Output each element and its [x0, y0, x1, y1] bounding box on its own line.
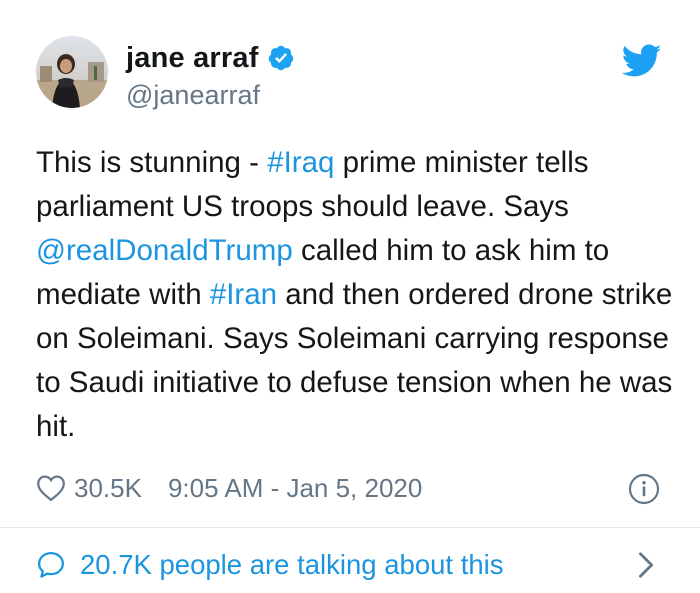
- tweet-text: This is stunning - #Iraq prime minister …: [36, 141, 676, 449]
- tweet-header: jane arraf @janearraf: [36, 36, 676, 116]
- hashtag-link[interactable]: #Iraq: [267, 146, 334, 179]
- tweet-text-segment: This is stunning -: [36, 146, 268, 179]
- tweet-meta-row: 30.5K 9:05 AM - Jan 5, 2020: [36, 470, 664, 506]
- conversation-link[interactable]: 20.7K people are talking about this: [36, 545, 664, 585]
- talking-about-text: 20.7K people are talking about this: [80, 549, 504, 580]
- verified-badge-icon: [267, 44, 295, 72]
- like-button[interactable]: 30.5K: [36, 473, 142, 504]
- name-block: jane arraf @janearraf: [126, 40, 295, 111]
- info-icon[interactable]: [628, 473, 660, 505]
- twitter-bird-icon[interactable]: [621, 44, 662, 78]
- display-name-row[interactable]: jane arraf: [126, 40, 295, 76]
- likes-count: 30.5K: [74, 472, 142, 503]
- display-name: jane arraf: [126, 41, 259, 74]
- divider: [0, 527, 700, 528]
- tweet-card: jane arraf @janearraf This is stunning -…: [0, 0, 700, 593]
- hashtag-link[interactable]: #Iran: [210, 278, 277, 311]
- chevron-right-icon: [636, 551, 656, 579]
- user-handle[interactable]: @janearraf: [126, 80, 295, 111]
- mention-link[interactable]: @realDonaldTrump: [36, 234, 293, 267]
- tweet-timestamp[interactable]: 9:05 AM - Jan 5, 2020: [168, 473, 422, 504]
- avatar[interactable]: [36, 36, 108, 108]
- speech-bubble-icon: [36, 550, 66, 580]
- heart-icon: [36, 474, 66, 502]
- avatar-photo: [36, 36, 108, 108]
